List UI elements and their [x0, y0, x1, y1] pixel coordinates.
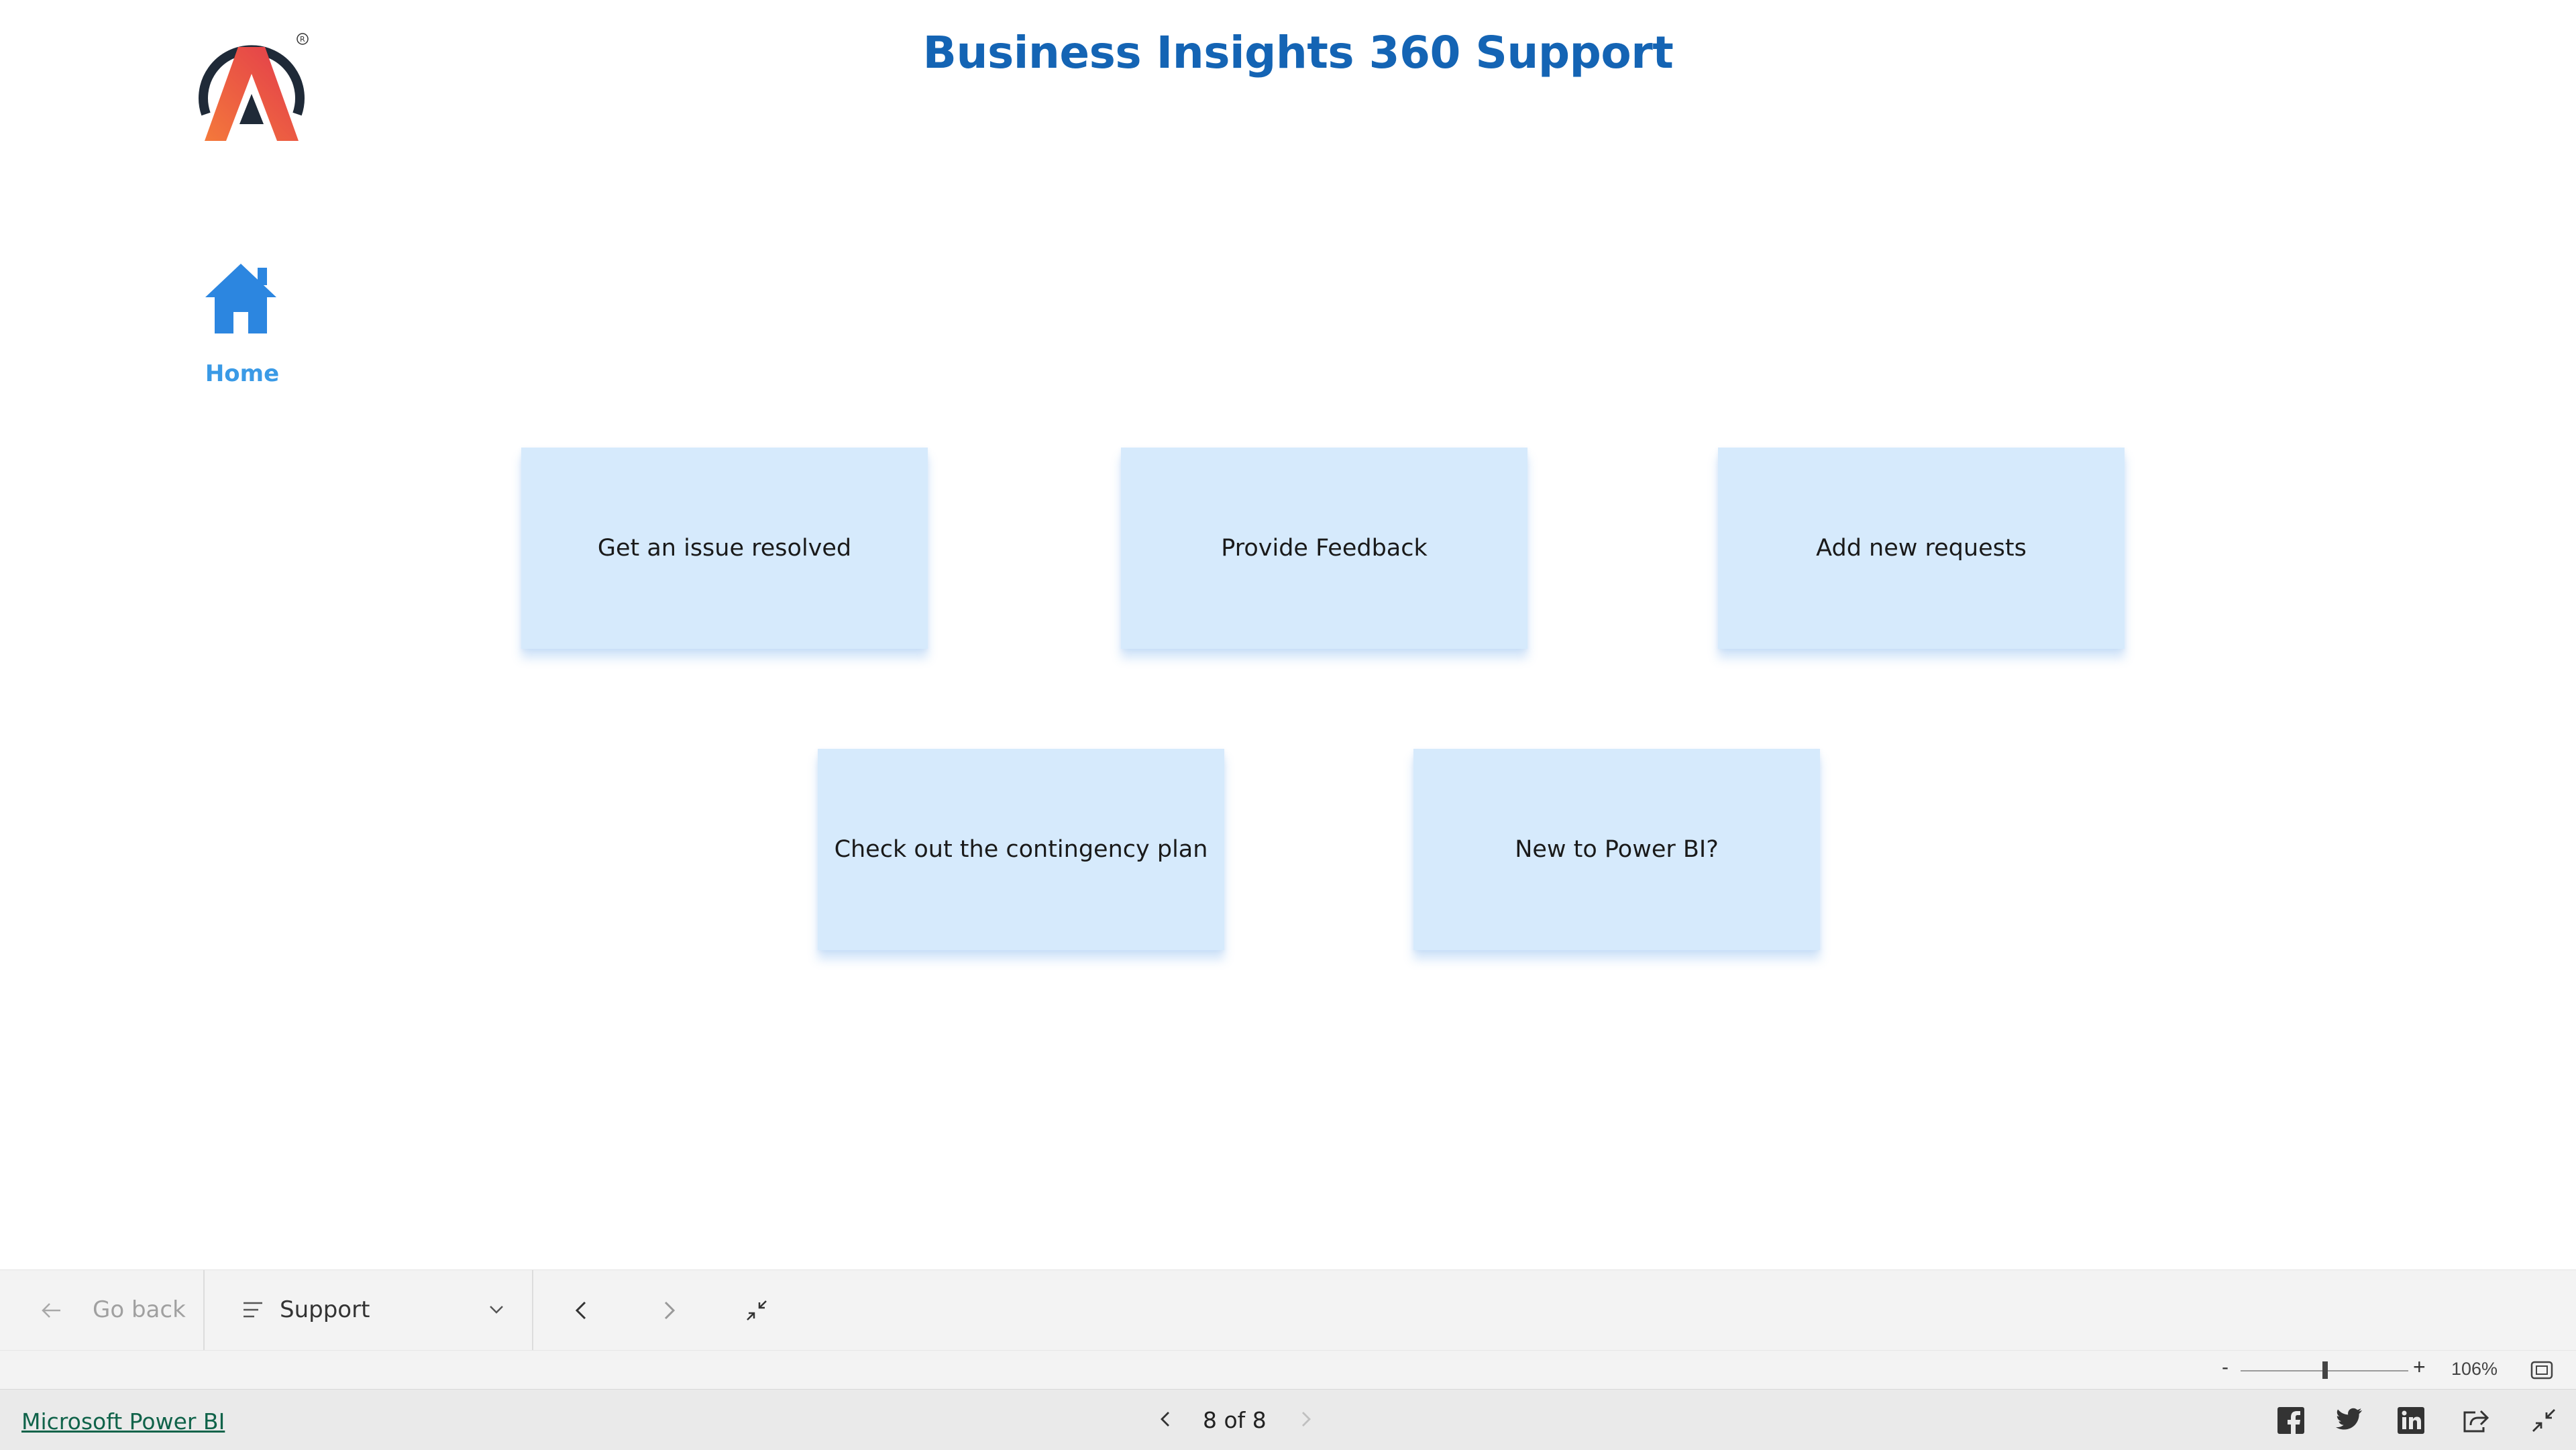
card-label: Get an issue resolved	[597, 535, 852, 562]
chevron-down-icon	[490, 1306, 503, 1314]
chevron-right-icon[interactable]	[1293, 1407, 1318, 1431]
card-label: Provide Feedback	[1221, 535, 1428, 562]
zoom-bar: - + 106%	[0, 1350, 2576, 1390]
zoom-level: 106%	[2451, 1359, 2498, 1379]
zoom-in-button[interactable]: +	[2413, 1355, 2426, 1380]
share-icon[interactable]	[2461, 1406, 2490, 1435]
home-label: Home	[205, 360, 280, 387]
exit-fullscreen-icon[interactable]	[2529, 1406, 2559, 1435]
home-button[interactable]: Home	[195, 258, 288, 393]
zoom-slider-thumb[interactable]	[2322, 1361, 2328, 1379]
fit-to-page-icon[interactable]	[2530, 1360, 2553, 1380]
page-select-dropdown[interactable]: Support	[205, 1270, 533, 1351]
page-indicator: 8 of 8	[1203, 1407, 1267, 1433]
home-icon	[205, 264, 276, 333]
arrow-left-icon	[42, 1303, 60, 1318]
collapse-icon[interactable]	[742, 1296, 771, 1325]
chevron-left-icon[interactable]	[1154, 1407, 1178, 1431]
report-navigation-bar: Go back Support	[0, 1270, 2576, 1351]
microsoft-power-bi-link[interactable]: Microsoft Power BI	[21, 1408, 225, 1435]
page-title: Business Insights 360 Support	[922, 27, 1674, 79]
facebook-icon[interactable]	[2276, 1406, 2306, 1435]
list-icon	[244, 1302, 262, 1318]
card-label: Add new requests	[1816, 535, 2027, 562]
zoom-out-button[interactable]: -	[2222, 1356, 2229, 1379]
linkedin-icon[interactable]	[2396, 1406, 2426, 1435]
go-back-label: Go back	[93, 1296, 186, 1323]
card-label: New to Power BI?	[1515, 836, 1719, 863]
add-new-requests-button[interactable]: Add new requests	[1718, 448, 2125, 649]
contingency-plan-button[interactable]: Check out the contingency plan	[818, 749, 1224, 950]
new-to-power-bi-button[interactable]: New to Power BI?	[1413, 749, 1820, 950]
next-page-button[interactable]	[654, 1296, 684, 1325]
go-back-button[interactable]: Go back	[0, 1270, 205, 1351]
provide-feedback-button[interactable]: Provide Feedback	[1121, 448, 1527, 649]
footer-bar: Microsoft Power BI 8 of 8	[0, 1389, 2576, 1450]
report-canvas: R Business Insights 360 Support Home Get…	[0, 0, 2576, 1270]
previous-page-button[interactable]	[567, 1296, 596, 1325]
page-select-label: Support	[280, 1296, 370, 1323]
twitter-icon[interactable]	[2336, 1406, 2365, 1435]
get-issue-resolved-button[interactable]: Get an issue resolved	[521, 448, 928, 649]
card-label: Check out the contingency plan	[834, 836, 1208, 863]
